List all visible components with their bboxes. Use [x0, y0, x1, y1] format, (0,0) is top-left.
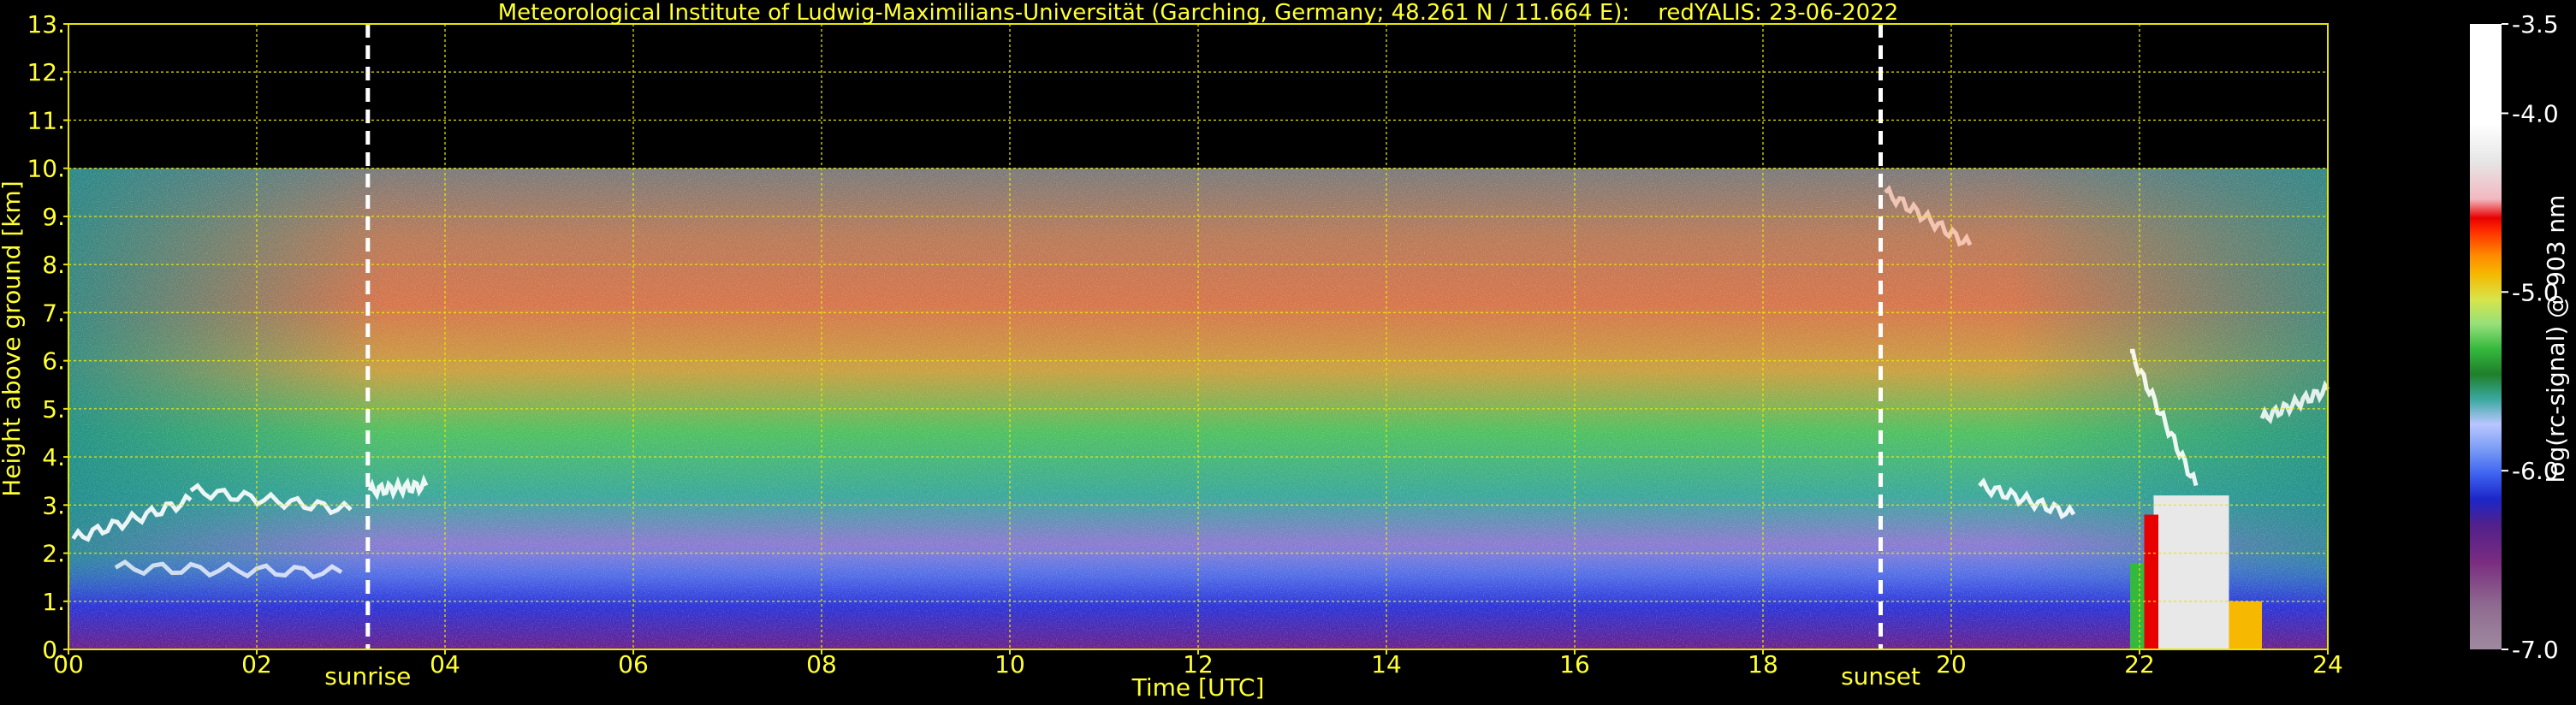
y-tick-label: 4.	[42, 443, 65, 471]
x-tick-label: 24	[2312, 650, 2343, 678]
colorbar-tick-label: -3.5	[2512, 10, 2559, 39]
plot-area: sunrise sunset	[68, 23, 2330, 690]
y-tick-label: 3.	[42, 491, 65, 519]
x-tick-label: 00	[53, 650, 84, 678]
y-tick-label: 9.	[42, 203, 65, 231]
precip-edge	[2144, 514, 2158, 649]
y-tick-label: 1.	[42, 588, 65, 616]
y-tick-label: 13.	[27, 10, 65, 39]
lidar-chart: sunrise sunset 0.1.2.3.4.5.6.7.8.9.10.11.…	[0, 0, 2570, 702]
y-tick-label: 5.	[42, 395, 65, 424]
y-tick-label: 6.	[42, 347, 65, 376]
sunrise-label: sunrise	[324, 662, 411, 690]
chart-title: Meteorological Institute of Ludwig-Maxim…	[498, 0, 1899, 26]
x-tick-label: 16	[1559, 650, 1590, 678]
y-axis-label: Height above ground [km]	[0, 181, 26, 497]
sunset-label: sunset	[1841, 662, 1920, 690]
x-tick-label: 22	[2124, 650, 2155, 678]
x-tick-label: 18	[1748, 650, 1778, 678]
precip-edge	[2130, 562, 2145, 649]
y-tick-label: 8.	[42, 251, 65, 279]
y-tick-label: 12.	[27, 58, 65, 86]
colorbar-tick-label: -4.0	[2512, 99, 2559, 127]
y-tick-label: 2.	[42, 540, 65, 568]
x-tick-label: 06	[618, 650, 649, 678]
colorbar: -3.5-4.0-5.0-6.0-7.0 log(rc-signal) @ 90…	[2470, 10, 2570, 664]
x-tick-label: 02	[241, 650, 272, 678]
y-tick-label: 10.	[27, 155, 65, 183]
x-tick-label: 04	[430, 650, 460, 678]
y-tick-label: 7.	[42, 299, 65, 327]
y-axis: 0.1.2.3.4.5.6.7.8.9.10.11.12.13.	[27, 10, 68, 664]
x-tick-label: 14	[1371, 650, 1402, 678]
x-tick-label: 10	[994, 650, 1025, 678]
x-axis-label: Time [UTC]	[1131, 673, 1265, 702]
y-tick-label: 11.	[27, 106, 65, 134]
colorbar-label: log(rc-signal) @ 903 nm	[2542, 195, 2570, 483]
colorbar-scale	[2470, 24, 2502, 649]
precip-core	[2229, 601, 2262, 649]
colorbar-tick-label: -7.0	[2512, 636, 2559, 664]
x-tick-label: 20	[1936, 650, 1967, 678]
x-tick-label: 08	[806, 650, 837, 678]
precip-core	[2153, 495, 2229, 649]
